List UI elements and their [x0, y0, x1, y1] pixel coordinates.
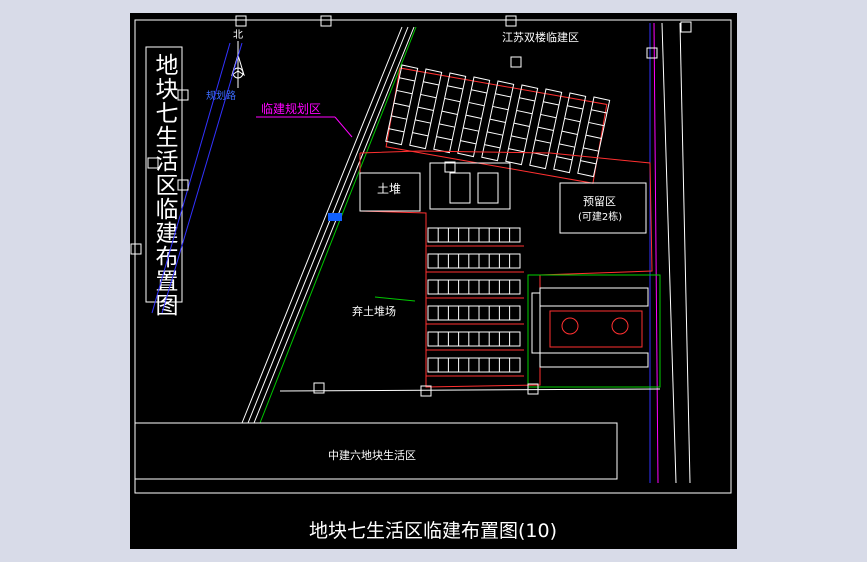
- top-dormitory-divider: [399, 77, 416, 82]
- grip-square: [320, 15, 332, 27]
- top-dormitory-blocks: [385, 67, 608, 184]
- top-dormitory-divider: [489, 118, 506, 123]
- grip-square: [177, 179, 189, 191]
- grip-square: [510, 56, 522, 68]
- reserved-zone-note: (可建2栋): [578, 210, 622, 223]
- top-dormitory-divider: [535, 139, 551, 144]
- top-block-group: [385, 64, 611, 178]
- grip-square: [313, 382, 325, 394]
- top-dormitory-divider: [412, 132, 429, 137]
- side-title: 地块七生活区临建布置图: [151, 53, 179, 317]
- dormitory-row: [427, 279, 521, 295]
- grip-square: [505, 15, 517, 27]
- main-road-lines: [241, 26, 415, 424]
- grip-square: [680, 21, 692, 33]
- drawing-title: 地块七生活区临建布置图(10): [309, 520, 557, 542]
- site-fence: [359, 150, 653, 388]
- top-dormitory-divider: [460, 140, 477, 145]
- blue-marker: [328, 213, 342, 221]
- top-dormitory-divider: [495, 93, 512, 98]
- top-dormitory-divider: [487, 131, 503, 136]
- dormitory-row: [427, 227, 521, 243]
- soil-pile-label: 土堆: [377, 182, 401, 196]
- top-dormitory-divider: [423, 81, 440, 86]
- planning-road-label: 规划路: [206, 89, 236, 102]
- top-dormitory-divider: [415, 119, 431, 124]
- top-dormitory-divider: [559, 143, 575, 148]
- spoil-yard-label: 弃土堆场: [352, 304, 396, 318]
- top-dormitory-divider: [417, 106, 434, 111]
- top-dormitory-divider: [463, 127, 479, 132]
- top-dormitory-divider: [516, 109, 533, 115]
- dormitory-row: [427, 357, 521, 373]
- top-dormitory-divider: [540, 113, 557, 119]
- top-dormitory-divider: [388, 128, 405, 133]
- planning-zone-leader: [334, 116, 353, 138]
- reserved-zone-label: 预留区: [583, 195, 616, 208]
- green-guide-line: [259, 26, 417, 424]
- top-dormitory-divider: [471, 89, 488, 94]
- west-dormitory-rows: [426, 227, 524, 377]
- top-dormitory-divider: [447, 85, 464, 90]
- dormitory-row: [427, 305, 521, 321]
- top-dormitory-divider: [583, 147, 599, 152]
- east-boundary-lines: [649, 22, 691, 484]
- top-dormitory-divider: [492, 105, 509, 111]
- top-dormitory-divider: [391, 115, 407, 120]
- top-dormitory-divider: [444, 97, 461, 103]
- spoil-yard-leader: [374, 296, 416, 302]
- dormitory-row: [427, 331, 521, 347]
- south-boundary: [279, 388, 661, 392]
- top-dormitory-divider: [556, 156, 573, 161]
- planning-zone-label: 临建规划区: [261, 101, 321, 116]
- top-dormitory-divider: [511, 135, 527, 140]
- top-dormitory-divider: [468, 101, 485, 107]
- top-dormitory-divider: [508, 148, 525, 153]
- top-dormitory-divider: [439, 123, 455, 128]
- top-dormitory-divider: [396, 89, 413, 95]
- top-dormitory-divider: [420, 93, 437, 99]
- grip-square: [177, 89, 189, 101]
- top-dormitory-divider: [591, 109, 608, 114]
- grip-square: [130, 243, 142, 255]
- top-zone-label: 江苏双楼临建区: [502, 30, 579, 44]
- top-dormitory-divider: [519, 97, 536, 102]
- top-dormitory-divider: [543, 101, 560, 106]
- top-dormitory-divider: [561, 130, 578, 135]
- cad-viewport[interactable]: 地块七生活区临建布置图 北 规划路 中建六地块生活区 江苏双楼临建区 临建规划区…: [130, 13, 737, 549]
- top-dormitory-divider: [484, 144, 501, 149]
- cad-drawing: 地块七生活区临建布置图 北 规划路 中建六地块生活区 江苏双楼临建区 临建规划区…: [130, 15, 732, 542]
- top-dormitory-divider: [465, 114, 482, 119]
- top-dormitory-divider: [580, 160, 597, 165]
- top-dormitory-divider: [567, 105, 584, 110]
- south-east-compound: [527, 274, 661, 388]
- top-dormitory-divider: [537, 126, 554, 131]
- north-label: 北: [233, 29, 243, 41]
- top-dormitory-divider: [393, 102, 410, 107]
- north-arrow-icon: [231, 41, 245, 88]
- grip-square: [235, 15, 247, 27]
- bottom-zone-label: 中建六地块生活区: [328, 448, 416, 462]
- grip-square: [646, 47, 658, 59]
- top-dormitory-divider: [564, 117, 581, 123]
- top-dormitory-divider: [441, 110, 458, 115]
- dormitory-row: [427, 253, 521, 269]
- top-dormitory-divider: [513, 122, 530, 127]
- top-dormitory-divider: [585, 134, 602, 139]
- reserved-zone-box: [559, 182, 647, 234]
- top-dormitory-divider: [588, 121, 605, 127]
- central-buildings: [429, 162, 511, 210]
- top-dormitory-divider: [436, 136, 453, 141]
